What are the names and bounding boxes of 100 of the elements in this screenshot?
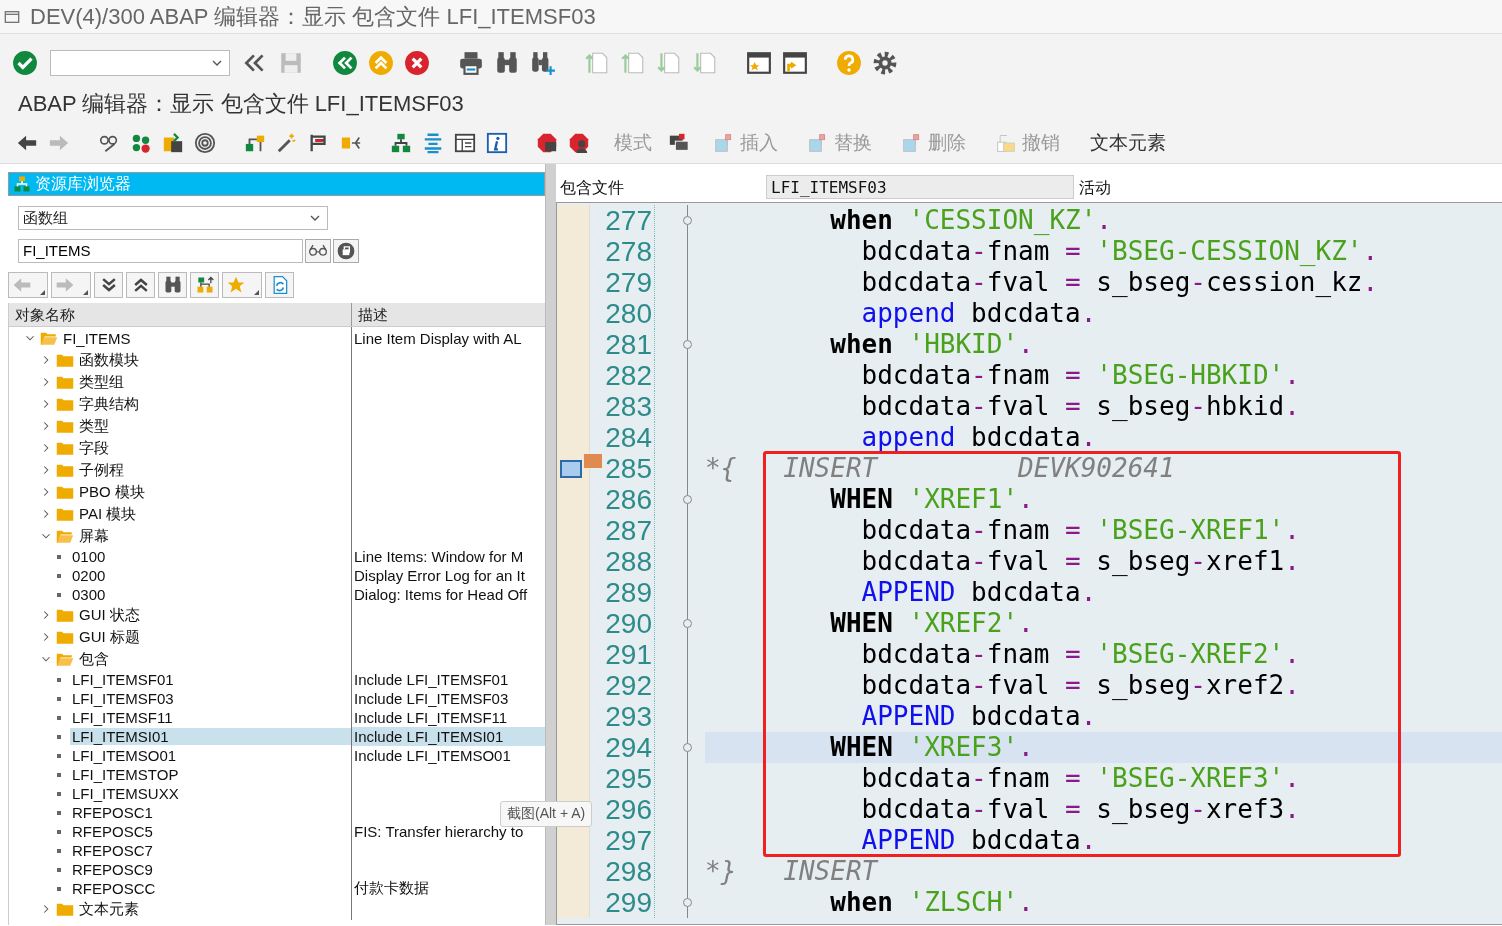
toolbar-button[interactable]	[94, 272, 123, 298]
bullet-icon	[57, 886, 61, 891]
tree-item[interactable]: GUI 状态	[77, 605, 351, 625]
command-field[interactable]	[50, 50, 230, 76]
binoculars-icon	[162, 275, 183, 295]
star-icon	[226, 275, 246, 295]
bullet-icon	[57, 867, 61, 872]
code-line: bdcdata-fnam = 'BSEG-XREF1'.	[860, 515, 1301, 546]
tree-item[interactable]: PBO 模块	[77, 482, 351, 502]
tree-item[interactable]: 字段	[77, 438, 351, 458]
tree-item[interactable]: 类型	[77, 416, 351, 436]
bullet-icon	[57, 848, 61, 853]
tree-item[interactable]: RFEPOSCC	[70, 880, 351, 897]
fold-marker[interactable]	[683, 619, 692, 628]
tree-item[interactable]: LFI_ITEMSF11	[70, 709, 351, 726]
tree-item[interactable]: LFI_ITEMSTOP	[70, 766, 351, 783]
tooltip: 截图(Alt + A)	[500, 801, 593, 827]
tree-item[interactable]: RFEPOSC1	[70, 804, 351, 821]
code-line: *{ INSERT DEVK902641	[705, 453, 1176, 484]
object-type-dropdown[interactable]: 函数组	[18, 206, 328, 230]
bullet-icon	[57, 677, 61, 682]
column-header: 描述	[357, 305, 389, 325]
toolbar-button[interactable]	[190, 272, 219, 298]
tree-item[interactable]: LFI_ITEMSI01	[70, 728, 351, 745]
code-line: bdcdata-fnam = 'BSEG-XREF2'.	[860, 639, 1301, 670]
code-line: APPEND bdcdata.	[860, 825, 1098, 856]
description-text: Line Items: Window for M	[354, 548, 524, 565]
circle-icon	[336, 241, 356, 261]
code-line: bdcdata-fval = s_bseg-xref2.	[860, 670, 1301, 701]
tree-item[interactable]: 0100	[70, 548, 351, 565]
display-button[interactable]	[305, 239, 331, 263]
bullet-icon	[57, 810, 61, 815]
toolbar-button[interactable]: 文本元素	[1082, 127, 1174, 158]
code-line: when 'CESSION_KZ'.	[829, 205, 1113, 236]
code-line: bdcdata-fval = s_bseg-hbkid.	[860, 391, 1301, 422]
code-line: append bdcdata.	[860, 298, 1098, 329]
description-text: Include LFI_ITEMSF01	[354, 671, 509, 688]
bullet-icon	[57, 554, 61, 559]
bullet-icon	[57, 592, 61, 597]
code-editor[interactable]	[556, 202, 1502, 925]
code-line: APPEND bdcdata.	[860, 577, 1098, 608]
window-title: DEV(4)/300 ABAP 编辑器：显示 包含文件 LFI_ITEMSF03	[30, 2, 596, 31]
description-text: Line Item Display with AL	[354, 329, 522, 347]
tree-item[interactable]: 0300	[70, 586, 351, 603]
tree-item[interactable]: 0200	[70, 567, 351, 584]
bullet-icon	[57, 772, 61, 777]
tree-item[interactable]: LFI_ITEMSF03	[70, 690, 351, 707]
fold-marker[interactable]	[683, 495, 692, 504]
hierarchy-icon	[13, 175, 31, 193]
object-field: LFI_ITEMSF03	[766, 175, 1074, 199]
code-line: *} INSERT	[705, 856, 880, 887]
fold-marker[interactable]	[683, 743, 692, 752]
document-icon	[902, 132, 922, 153]
code-line: when 'ZLSCH'.	[829, 887, 1035, 918]
tree-item[interactable]: 类型组	[77, 372, 351, 392]
object-name-field[interactable]: FI_ITEMS	[18, 239, 303, 263]
fold-marker[interactable]	[683, 216, 692, 225]
code-line: APPEND bdcdata.	[860, 701, 1098, 732]
description-text: Include LFI_ITEMSF03	[354, 690, 509, 707]
tree-item[interactable]: RFEPOSC9	[70, 861, 351, 878]
tree-item[interactable]: LFI_ITEMSO01	[70, 747, 351, 764]
bullet-icon	[57, 734, 61, 739]
restore-icon	[996, 132, 1016, 153]
code-line: bdcdata-fval = s_bseg-cession_kz.	[860, 267, 1380, 298]
tree-item[interactable]: 函数模块	[77, 350, 351, 370]
cancel-icon[interactable]	[402, 48, 432, 78]
description-text: Display Error Log for an It	[354, 567, 525, 584]
back-icon[interactable]	[330, 48, 360, 78]
enter-icon[interactable]	[10, 48, 40, 78]
code-line: bdcdata-fnam = 'BSEG-XREF3'.	[860, 763, 1301, 794]
toolbar-button[interactable]	[126, 272, 155, 298]
tree-item[interactable]: RFEPOSC7	[70, 842, 351, 859]
screen-title: ABAP 编辑器：显示 包含文件 LFI_ITEMSF03	[18, 90, 464, 118]
fold-marker[interactable]	[683, 340, 692, 349]
document-icon	[714, 132, 734, 153]
tree-item[interactable]: LFI_ITEMSF01	[70, 671, 351, 688]
toolbar-button[interactable]	[158, 272, 187, 298]
tree-item[interactable]: FI_ITEMS	[61, 329, 351, 347]
code-line: bdcdata-fval = s_bseg-xref1.	[860, 546, 1301, 577]
bullet-icon	[57, 715, 61, 720]
tree-item[interactable]: RFEPOSC5	[70, 823, 351, 840]
code-line: append bdcdata.	[860, 422, 1098, 453]
tree-item[interactable]: PAI 模块	[77, 504, 351, 524]
column-header: 对象名称	[9, 303, 352, 326]
description-text: Include LFI_ITEMSF11	[354, 709, 508, 726]
tree-item[interactable]: LFI_ITEMSUXX	[70, 785, 351, 802]
description-text: Include LFI_ITEMSI01	[354, 728, 504, 745]
tree-item[interactable]: 包含	[77, 649, 351, 669]
tree-item[interactable]: 文本元素	[77, 899, 351, 919]
code-line: WHEN 'XREF2'.	[829, 608, 1035, 639]
object-label: 包含文件	[559, 178, 625, 198]
tree-item[interactable]: 子例程	[77, 460, 351, 480]
code-line: bdcdata-fval = s_bseg-xref3.	[860, 794, 1301, 825]
fold-marker[interactable]	[683, 898, 692, 907]
code-line: bdcdata-fnam = 'BSEG-CESSION_KZ'.	[860, 236, 1380, 267]
tree-item[interactable]: 屏幕	[77, 526, 351, 546]
panel-title: 资源库浏览器	[35, 173, 131, 194]
tree-item[interactable]: 字典结构	[77, 394, 351, 414]
other-object-button[interactable]	[333, 239, 359, 263]
tree-item[interactable]: GUI 标题	[77, 627, 351, 647]
